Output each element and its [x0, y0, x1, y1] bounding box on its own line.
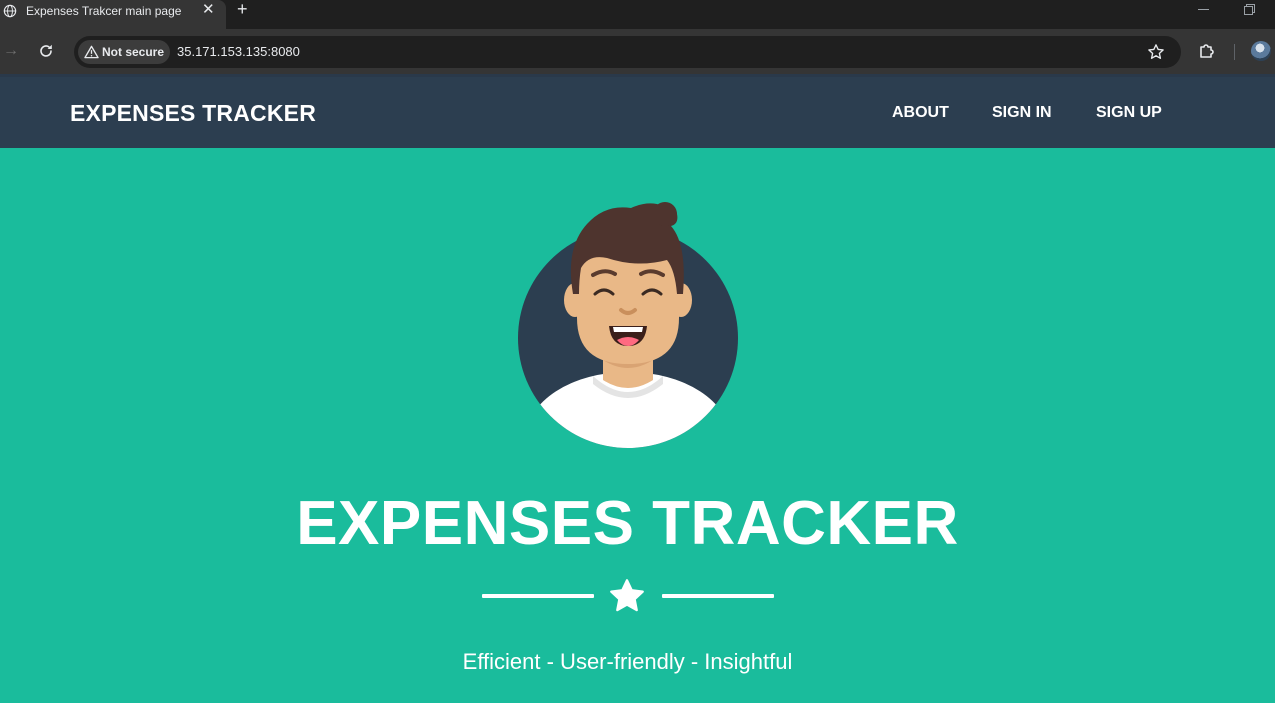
browser-tab-strip: Expenses Trakcer main page ✕ +: [0, 0, 1275, 29]
bookmark-star-icon[interactable]: [1147, 43, 1165, 61]
close-icon[interactable]: ✕: [202, 1, 215, 19]
divider-line-left: [482, 594, 594, 598]
new-tab-button[interactable]: +: [237, 0, 248, 19]
avatar-illustration: [518, 202, 738, 448]
minimize-icon[interactable]: [1198, 2, 1209, 14]
address-bar[interactable]: Not secure 35.171.153.135:8080: [74, 36, 1181, 68]
browser-toolbar: → Not secure 35.171.153.135:8080: [0, 29, 1275, 74]
navbar-brand[interactable]: EXPENSES TRACKER: [70, 100, 316, 127]
security-chip[interactable]: Not secure: [78, 40, 170, 64]
forward-arrow-icon[interactable]: →: [3, 43, 19, 59]
warning-icon: [84, 45, 99, 59]
nav-link-sign-in[interactable]: SIGN IN: [992, 104, 1052, 122]
site-navbar: EXPENSES TRACKER ABOUT SIGN IN SIGN UP: [0, 74, 1275, 148]
browser-tab[interactable]: Expenses Trakcer main page ✕: [0, 0, 226, 29]
star-icon: [610, 579, 644, 612]
nav-link-sign-up[interactable]: SIGN UP: [1096, 104, 1162, 122]
toolbar-divider: [1234, 44, 1235, 60]
globe-icon: [3, 4, 17, 18]
profile-avatar[interactable]: [1251, 41, 1271, 61]
masthead-tagline: Efficient - User-friendly - Insightful: [462, 649, 793, 674]
security-label: Not secure: [102, 45, 165, 59]
url-text[interactable]: 35.171.153.135:8080: [177, 44, 300, 59]
restore-icon[interactable]: [1244, 4, 1255, 15]
nav-link-about[interactable]: ABOUT: [892, 104, 949, 122]
divider-line-right: [662, 594, 774, 598]
extensions-puzzle-icon[interactable]: [1197, 41, 1217, 61]
tab-title: Expenses Trakcer main page: [26, 4, 182, 18]
reload-icon[interactable]: [38, 43, 54, 59]
masthead-heading: EXPENSES TRACKER: [296, 489, 959, 558]
